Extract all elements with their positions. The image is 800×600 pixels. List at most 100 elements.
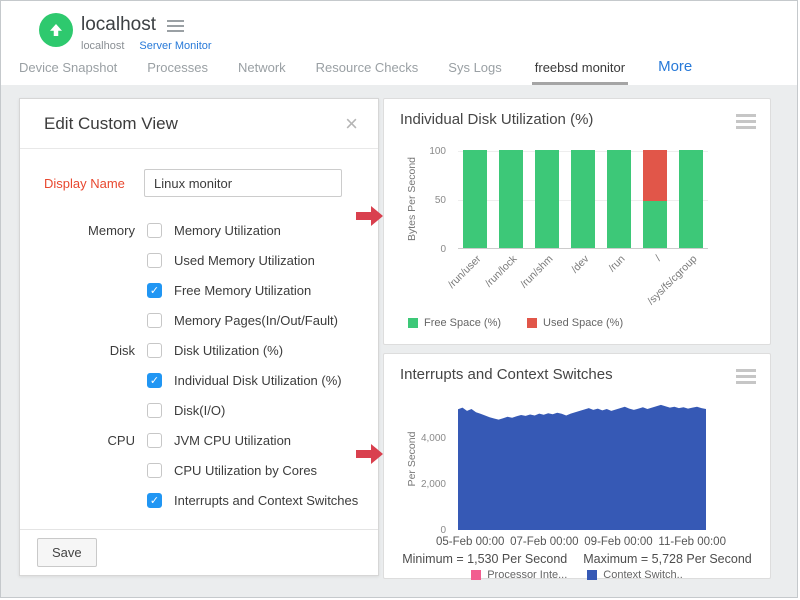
x-label-07-feb-00-00: 07-Feb 00:00	[510, 536, 578, 548]
display-name-label: Display Name	[44, 176, 144, 191]
monitor-status-up-icon	[39, 13, 73, 47]
save-button[interactable]: Save	[37, 538, 97, 567]
bar-run	[607, 150, 631, 248]
y-tick-label: 100	[398, 146, 446, 157]
bar-segment-free	[607, 150, 631, 248]
legend-item-used-space[interactable]: Used Space (%)	[527, 317, 623, 329]
chart-menu-icon[interactable]	[736, 114, 756, 129]
interrupts-card: Interrupts and Context Switches Per Seco…	[383, 353, 771, 579]
modal-footer: Save	[20, 529, 378, 575]
interrupts-chart-x-labels: 05-Feb 00:00 07-Feb 00:00 09-Feb 00:00 11-F…	[436, 536, 726, 548]
legend-item-free-space[interactable]: Free Space (%)	[408, 317, 501, 329]
checkbox-label: Disk Utilization (%)	[174, 343, 283, 358]
tab-sys-logs[interactable]: Sys Logs	[448, 60, 501, 85]
checkbox-label: Free Memory Utilization	[174, 283, 311, 298]
checkbox-memory-pages-in-out-fault[interactable]	[147, 313, 162, 328]
checkbox-jvm-cpu-utilization[interactable]	[147, 433, 162, 448]
tab-network[interactable]: Network	[238, 60, 286, 85]
checkbox-used-memory-utilization[interactable]	[147, 253, 162, 268]
breadcrumb: localhost Server Monitor	[81, 40, 212, 52]
disk-utilization-card: Individual Disk Utilization (%) Bytes Pe…	[383, 98, 771, 345]
tab-bar: Device Snapshot Processes Network Resource …	[19, 58, 692, 85]
maximum-value: Maximum = 5,728 Per Second	[583, 552, 752, 566]
red-arrow-to-disk-chart-icon	[356, 206, 383, 226]
interrupts-chart-title: Interrupts and Context Switches	[400, 366, 613, 383]
checkbox-label: Used Memory Utilization	[174, 253, 315, 268]
checkbox-interrupts-and-context-switches[interactable]: ✓	[147, 493, 162, 508]
bar-segment-free	[463, 150, 487, 248]
tab-freebsd-monitor[interactable]: freebsd monitor	[532, 60, 628, 85]
legend-swatch	[527, 318, 537, 328]
disk-chart-legend: Free Space (%) Used Space (%)	[408, 317, 623, 329]
checkbox-label: Interrupts and Context Switches	[174, 493, 358, 508]
option-row-free-memory-utilization: ✓ Free Memory Utilization	[44, 281, 354, 299]
interrupts-chart-plot	[458, 392, 706, 530]
legend-item-processor-inte[interactable]: Processor Inte...	[471, 569, 567, 581]
breadcrumb-host: localhost	[81, 40, 124, 52]
server-monitor-page: localhost localhost Server Monitor Devic…	[0, 0, 798, 598]
tab-more[interactable]: More	[658, 58, 692, 85]
option-row-memory-pages-in-out-fault: Memory Pages(In/Out/Fault)	[44, 311, 354, 329]
page-title: localhost	[81, 14, 156, 36]
group-label-disk: Disk	[44, 343, 135, 358]
bar-run-lock	[499, 150, 523, 248]
bar-sys-fs-cgroup	[679, 150, 703, 248]
context-switches-area-series	[458, 405, 706, 530]
legend-label: Context Switch..	[603, 569, 682, 581]
bar-run-user	[463, 150, 487, 248]
tab-resource-checks[interactable]: Resource Checks	[316, 60, 419, 85]
option-row-used-memory-utilization: Used Memory Utilization	[44, 251, 354, 269]
breadcrumb-link-server-monitor[interactable]: Server Monitor	[139, 40, 211, 52]
option-row-interrupts-and-context-switches: ✓Interrupts and Context Switches	[44, 491, 354, 509]
y-tick-label: 50	[398, 195, 446, 206]
bar-run-shm	[535, 150, 559, 248]
checkbox-disk-utilization[interactable]	[147, 343, 162, 358]
x-label-09-feb-00-00: 09-Feb 00:00	[584, 536, 652, 548]
disk-chart-bars	[458, 151, 708, 248]
checkbox-label: Individual Disk Utilization (%)	[174, 373, 342, 388]
tab-device-snapshot[interactable]: Device Snapshot	[19, 60, 117, 85]
red-arrow-to-interrupts-chart-icon	[356, 444, 383, 464]
option-row-memory-utilization: MemoryMemory Utilization	[44, 221, 354, 239]
y-tick-label: 4,000	[398, 433, 446, 444]
tab-processes[interactable]: Processes	[147, 60, 208, 85]
option-row-jvm-cpu-utilization: CPUJVM CPU Utilization	[44, 431, 354, 449]
legend-swatch	[587, 570, 597, 580]
disk-chart-x-labels: /run/user/run/lock/run/shm/dev/run//sys/…	[458, 251, 708, 309]
minimum-value: Minimum = 1,530 Per Second	[402, 552, 567, 566]
legend-item-context-switch[interactable]: Context Switch..	[587, 569, 682, 581]
display-name-input[interactable]	[144, 169, 342, 197]
checkbox-disk-i-o[interactable]	[147, 403, 162, 418]
checkbox-individual-disk-utilization[interactable]: ✓	[147, 373, 162, 388]
x-label-11-feb-00-00: 11-Feb 00:00	[658, 536, 726, 548]
y-tick-label: 0	[398, 244, 446, 255]
group-label-cpu: CPU	[44, 433, 135, 448]
legend-label: Processor Inte...	[487, 569, 567, 581]
option-row-cpu-utilization-by-cores: CPU Utilization by Cores	[44, 461, 354, 479]
disk-chart-plot	[458, 151, 708, 249]
legend-label: Used Space (%)	[543, 317, 623, 329]
legend-swatch	[471, 570, 481, 580]
checkbox-label: CPU Utilization by Cores	[174, 463, 317, 478]
hamburger-menu-icon[interactable]	[167, 18, 184, 32]
content-area: Edit Custom View × Display Name MemoryMe…	[1, 85, 797, 597]
bar-segment-free	[679, 150, 703, 248]
checkbox-cpu-utilization-by-cores[interactable]	[147, 463, 162, 478]
x-label-05-feb-00-00: 05-Feb 00:00	[436, 536, 504, 548]
checkbox-memory-utilization[interactable]	[147, 223, 162, 238]
checkbox-label: Memory Pages(In/Out/Fault)	[174, 313, 338, 328]
bar-segment-free	[535, 150, 559, 248]
option-row-disk-utilization: Disk Disk Utilization (%)	[44, 341, 354, 359]
bar-	[643, 150, 667, 248]
y-tick-label: 0	[398, 525, 446, 536]
bar-dev	[571, 150, 595, 248]
checkbox-free-memory-utilization[interactable]: ✓	[147, 283, 162, 298]
close-icon[interactable]: ×	[345, 113, 358, 135]
chart-menu-icon[interactable]	[736, 369, 756, 384]
modal-header: Edit Custom View ×	[20, 99, 378, 149]
interrupts-chart-y-axis-title: Per Second	[406, 409, 418, 509]
option-row-individual-disk-utilization: ✓ Individual Disk Utilization (%)	[44, 371, 354, 389]
checkbox-label: Memory Utilization	[174, 223, 281, 238]
custom-view-options: MemoryMemory Utilization Used Memory Util…	[44, 221, 354, 509]
legend-label: Free Space (%)	[424, 317, 501, 329]
